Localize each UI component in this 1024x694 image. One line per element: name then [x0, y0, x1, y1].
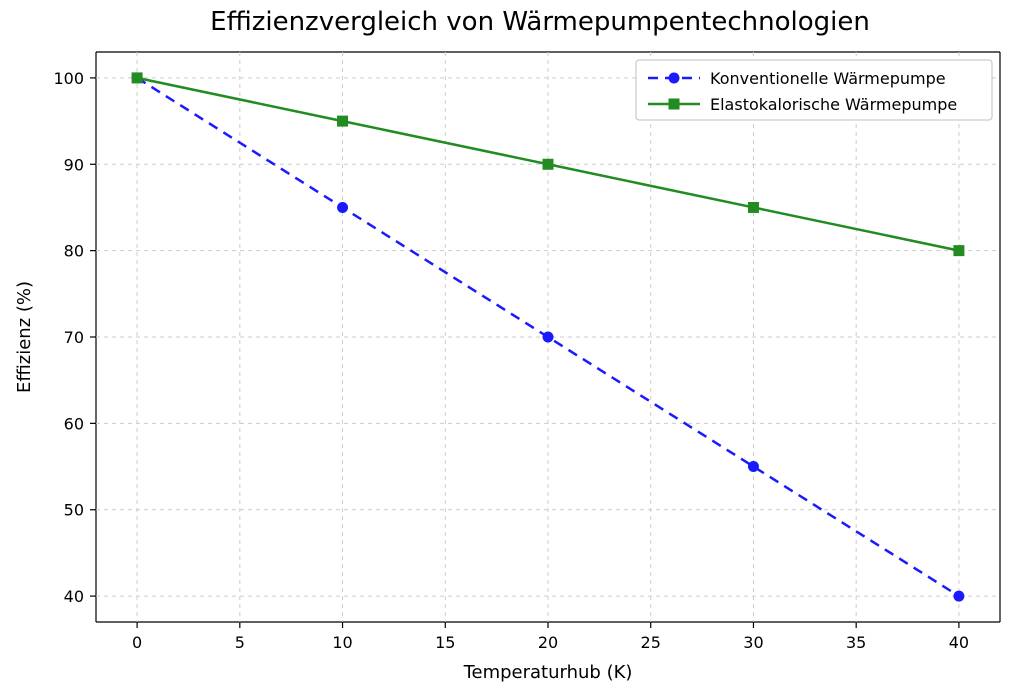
chart-container: Effizienzvergleich von Wärmepumpentechno…: [0, 0, 1024, 694]
legend-marker-elastocaloric: [669, 99, 679, 109]
y-tick-label: 40: [64, 587, 84, 606]
data-marker: [748, 202, 758, 212]
x-axis-label: Temperaturhub (K): [463, 662, 633, 683]
legend-marker-conventional: [669, 73, 679, 83]
x-ticks: 0 5 10 15 20 25 30 35 40: [132, 622, 969, 652]
data-marker: [954, 246, 964, 256]
data-marker: [132, 73, 142, 83]
y-tick-label: 60: [64, 414, 84, 433]
y-tick-label: 90: [64, 155, 84, 174]
y-tick-label: 70: [64, 328, 84, 347]
y-axis-label: Effizienz (%): [14, 281, 35, 393]
chart-title: Effizienzvergleich von Wärmepumpentechno…: [210, 7, 870, 37]
x-tick-label: 20: [538, 633, 558, 652]
data-marker: [543, 159, 553, 169]
y-tick-label: 100: [53, 69, 84, 88]
x-tick-label: 30: [743, 633, 763, 652]
x-tick-label: 10: [332, 633, 352, 652]
y-tick-label: 50: [64, 501, 84, 520]
data-marker: [748, 462, 758, 472]
data-marker: [543, 332, 553, 342]
x-tick-label: 40: [949, 633, 969, 652]
x-tick-label: 15: [435, 633, 455, 652]
legend-label-elastocaloric: Elastokalorische Wärmepumpe: [710, 95, 957, 114]
data-marker: [338, 116, 348, 126]
chart-svg: Effizienzvergleich von Wärmepumpentechno…: [0, 0, 1024, 694]
data-marker: [954, 591, 964, 601]
x-tick-label: 5: [235, 633, 245, 652]
x-tick-label: 35: [846, 633, 866, 652]
legend-label-conventional: Konventionelle Wärmepumpe: [710, 69, 946, 88]
data-marker: [338, 202, 348, 212]
x-tick-label: 25: [641, 633, 661, 652]
x-tick-label: 0: [132, 633, 142, 652]
legend: Konventionelle Wärmepumpe Elastokalorisc…: [636, 60, 992, 120]
y-tick-label: 80: [64, 242, 84, 261]
y-ticks: 40 50 60 70 80 90 100: [53, 69, 96, 606]
